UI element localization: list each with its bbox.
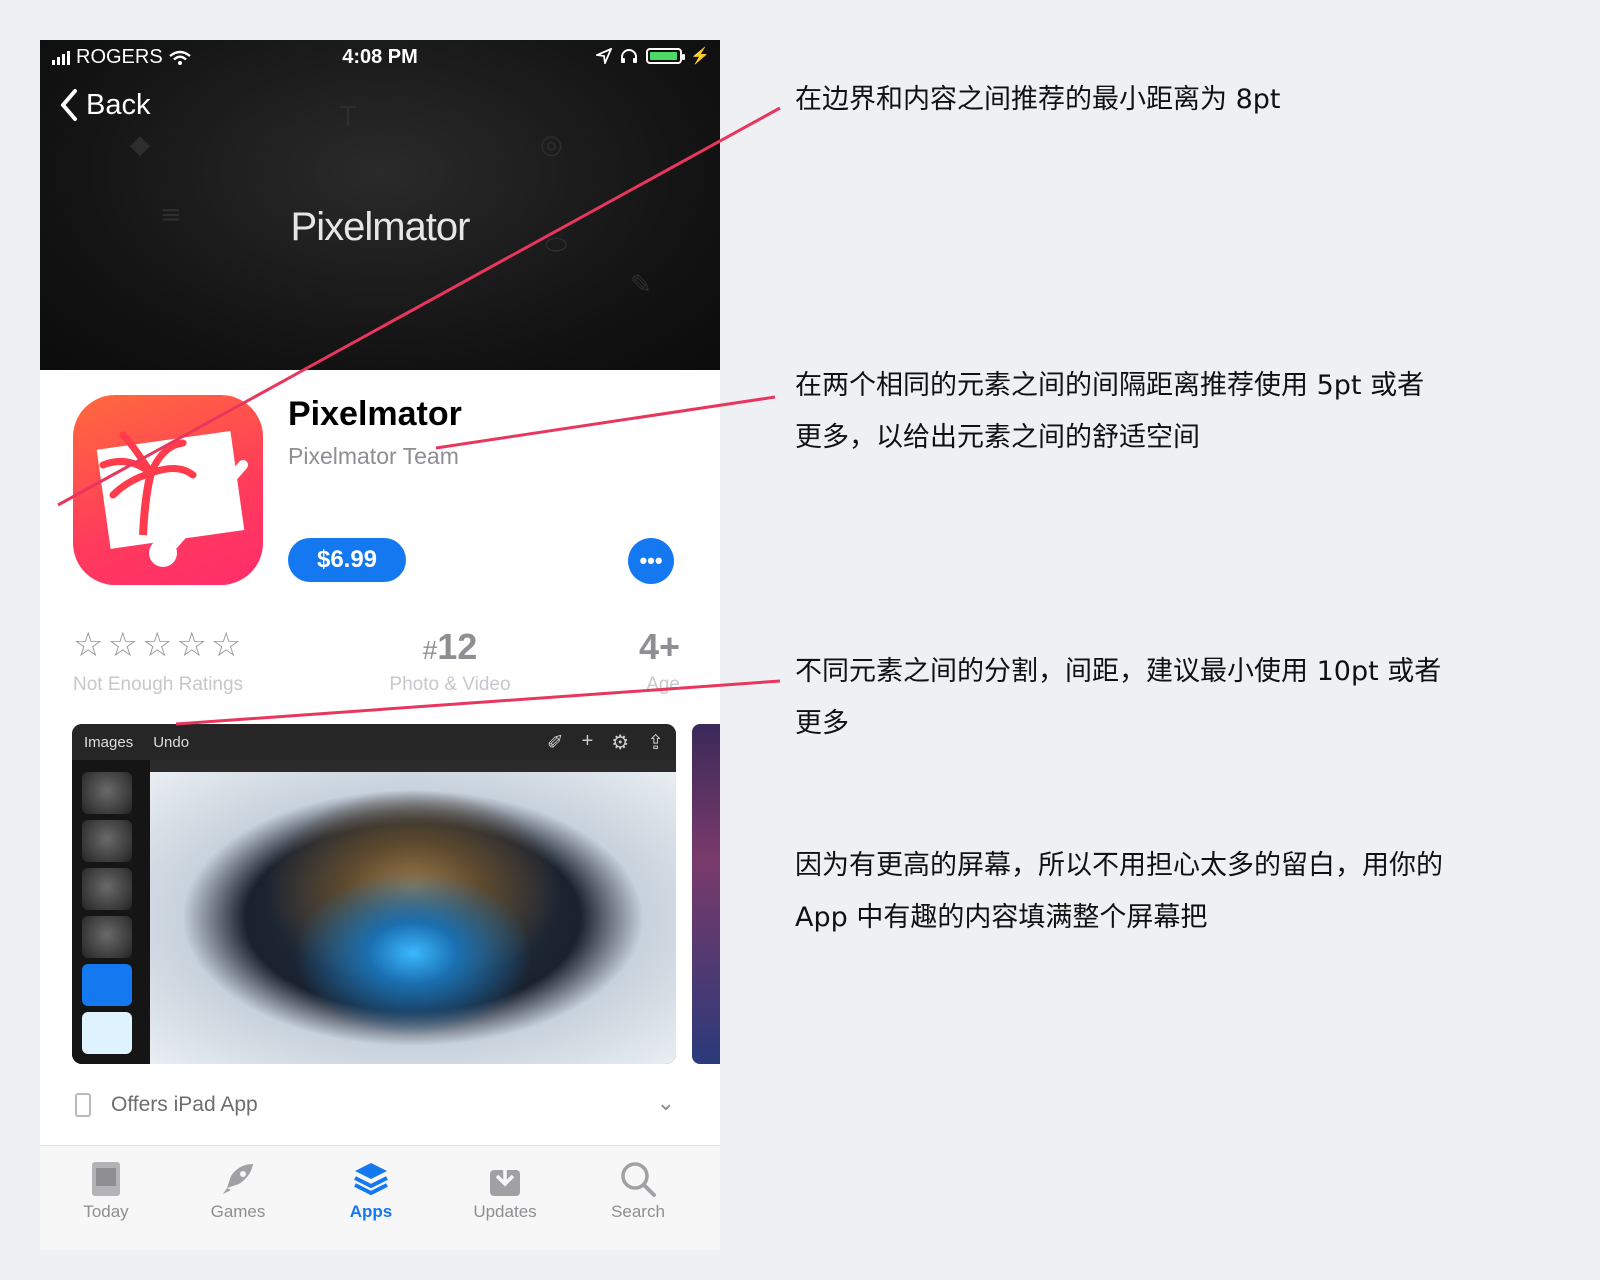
chevron-left-icon: [61, 89, 77, 121]
tab-label: Today: [83, 1202, 129, 1221]
circle-decor-icon: ◎: [540, 130, 563, 160]
screenshot-toolbar: Images Undo ✐ + ⚙ ⇪: [72, 724, 676, 760]
app-icon[interactable]: [73, 395, 263, 585]
age-label: Age: [646, 674, 680, 695]
tab-games[interactable]: Games: [188, 1156, 288, 1222]
rocket-icon: [223, 1164, 253, 1194]
app-screenshot[interactable]: Images Undo ✐ + ⚙ ⇪: [72, 724, 676, 1064]
layer-thumb-selected: [82, 964, 132, 1006]
tab-label: Updates: [473, 1202, 537, 1221]
tab-apps[interactable]: Apps: [321, 1156, 421, 1222]
gear-icon: ⚙: [611, 732, 630, 754]
annotation-note-spacing: 在两个相同的元素之间的间隔距离推荐使用 5pt 或者 更多，以给出元素之间的舒适…: [795, 370, 1425, 453]
tab-label: Search: [611, 1202, 665, 1221]
charging-icon: ⚡: [690, 48, 710, 65]
tab-label: Games: [210, 1202, 266, 1221]
chart-rank: #12: [370, 626, 530, 668]
phone-screen: T ◎ ≡ ⬭ ✎ ◆ ROGERS 4:08 PM ⚡ Back Pixelm…: [40, 40, 720, 1250]
annotation-note-margin: 在边界和内容之间推荐的最小距离为 8pt: [795, 84, 1281, 115]
layer-thumb: [82, 916, 132, 958]
price-button[interactable]: $6.99: [288, 538, 406, 582]
back-button[interactable]: Back: [58, 88, 150, 122]
back-label: Back: [86, 88, 151, 121]
astronaut-image: [150, 772, 676, 1064]
layer-thumbnails: [72, 760, 150, 1064]
tab-bar: Today Games Apps Updates Search: [40, 1145, 720, 1250]
headphones-icon: [621, 49, 638, 63]
location-icon: [596, 48, 613, 64]
battery-icon: [646, 48, 686, 64]
tab-search[interactable]: Search: [588, 1156, 688, 1222]
text-tool-decor-icon: T: [340, 102, 356, 132]
share-icon: ⇪: [647, 732, 664, 754]
plus-icon: +: [581, 730, 594, 752]
ipad-icon: [75, 1093, 91, 1117]
layer-thumb: [82, 868, 132, 910]
brush-decor-icon: ✎: [630, 270, 652, 300]
banner-title: Pixelmator: [290, 205, 471, 249]
screenshot-images-label: Images: [84, 734, 134, 751]
more-options-button[interactable]: •••: [628, 538, 674, 584]
gem-decor-icon: ◆: [130, 130, 150, 160]
app-name: Pixelmator: [288, 395, 462, 433]
download-icon: [490, 1162, 520, 1196]
rank-category: Photo & Video: [389, 674, 511, 695]
rank-hash: #: [422, 635, 438, 665]
annotation-note-whitespace: 因为有更高的屏幕，所以不用担心太多的留白，用你的 App 中有趣的内容填满整个屏…: [795, 850, 1443, 933]
rating-stars: ☆☆☆☆☆: [73, 625, 246, 665]
chevron-down-icon[interactable]: ⌄: [657, 1090, 675, 1116]
search-icon: [621, 1162, 656, 1197]
layer-thumb: [82, 820, 132, 862]
brush-icon: ✐: [546, 732, 564, 754]
tab-label: Apps: [349, 1202, 393, 1221]
ruler: [150, 760, 676, 772]
status-bar: ROGERS 4:08 PM ⚡: [40, 40, 720, 76]
layer-thumb: [82, 772, 132, 814]
today-icon: [92, 1162, 120, 1196]
annotation-note-separation: 不同元素之间的分割，间距，建议最小使用 10pt 或者 更多: [795, 656, 1442, 739]
offers-ipad-label: Offers iPad App: [111, 1093, 258, 1116]
tab-updates[interactable]: Updates: [455, 1156, 555, 1222]
tab-today[interactable]: Today: [56, 1156, 156, 1222]
developer-name[interactable]: Pixelmator Team: [288, 443, 459, 470]
layers-icon: [354, 1163, 388, 1196]
rating-label: Not Enough Ratings: [73, 674, 244, 695]
screenshot-undo-label: Undo: [153, 734, 190, 751]
pixelmator-logo-icon: [96, 431, 248, 567]
age-rating: 4+: [638, 626, 680, 667]
offers-ipad-row[interactable]: Offers iPad App ⌄: [75, 1088, 675, 1122]
app-banner: T ◎ ≡ ⬭ ✎ ◆ ROGERS 4:08 PM ⚡ Back Pixelm…: [40, 40, 720, 370]
rank-value: 12: [437, 626, 478, 667]
layer-thumb: [82, 1012, 132, 1054]
next-screenshot-peek[interactable]: [692, 724, 720, 1064]
